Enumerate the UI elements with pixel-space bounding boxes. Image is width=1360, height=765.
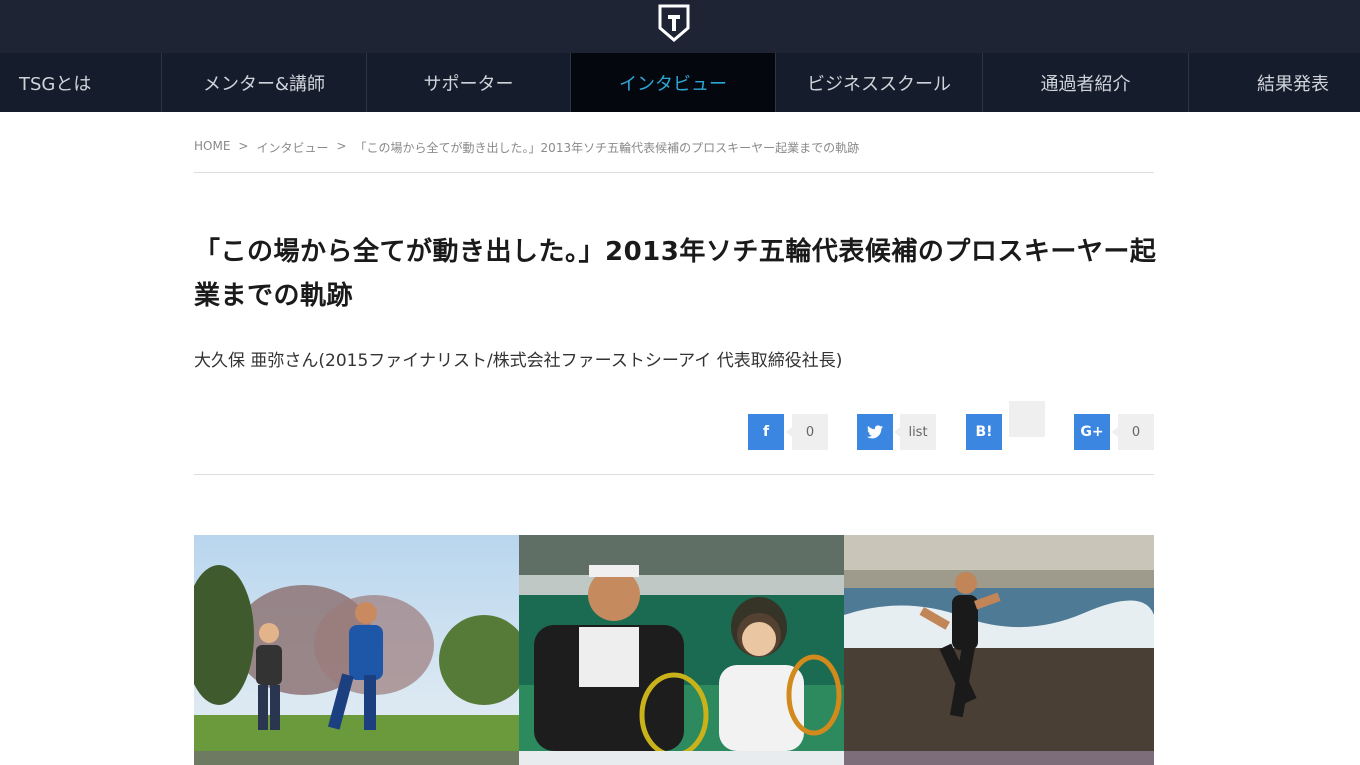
photo-row2-right xyxy=(844,751,1154,765)
twitter-share-button[interactable] xyxy=(857,414,893,450)
photo-row2-mid xyxy=(519,751,844,765)
top-bar xyxy=(0,0,1360,53)
twitter-bird-icon xyxy=(867,425,883,439)
breadcrumb: HOME > インタビュー > 「この場から全てが動き出した。」2013年ソチ五… xyxy=(194,139,1154,156)
divider xyxy=(194,172,1154,173)
googleplus-share-button[interactable]: G+ xyxy=(1074,414,1110,450)
facebook-share-count: 0 xyxy=(786,414,828,450)
twitter-share: list xyxy=(857,400,937,450)
hatena-share: B! xyxy=(966,400,1046,450)
photo-tennis xyxy=(519,535,844,751)
nav-item-business-school[interactable]: ビジネススクール xyxy=(776,53,983,112)
breadcrumb-separator: > xyxy=(238,139,249,153)
page-title: 「この場から全てが動き出した。」2013年ソチ五輪代表候補のプロスキーヤー起業ま… xyxy=(194,237,1157,311)
twitter-share-count: list xyxy=(894,414,936,450)
hatena-bookmark-icon: B! xyxy=(975,424,993,440)
hatena-bookmark-button[interactable]: B! xyxy=(966,414,1002,450)
breadcrumb-section[interactable]: インタビュー xyxy=(256,139,328,156)
nav-item-supporters[interactable]: サポーター xyxy=(367,53,571,112)
hatena-share-count xyxy=(1009,401,1045,437)
facebook-icon: f xyxy=(762,424,770,440)
facebook-share: f 0 xyxy=(748,400,828,450)
divider xyxy=(194,474,1154,475)
nav-item-interview[interactable]: インタビュー xyxy=(571,53,776,112)
photo-row2-left xyxy=(194,751,519,765)
nav-item-mentors[interactable]: メンター&講師 xyxy=(162,53,367,112)
nav-item-about[interactable]: TSGとは xyxy=(0,53,162,112)
googleplus-icon: G+ xyxy=(1080,424,1104,440)
main-nav: TSGとは メンター&講師 サポーター インタビュー ビジネススクール 通過者紹… xyxy=(0,53,1360,112)
photo-collage xyxy=(194,535,1154,765)
photo-beach-run xyxy=(844,535,1154,751)
nav-item-finalists[interactable]: 通過者紹介 xyxy=(983,53,1189,112)
breadcrumb-separator: > xyxy=(336,139,347,153)
googleplus-share: G+ 0 xyxy=(1074,400,1154,450)
shield-logo-icon[interactable] xyxy=(657,4,691,42)
breadcrumb-current: 「この場から全てが動き出した。」2013年ソチ五輪代表候補のプロスキーヤー起業ま… xyxy=(354,141,860,155)
photo-jogging xyxy=(194,535,519,751)
nav-item-results[interactable]: 結果発表 xyxy=(1189,53,1360,112)
article-subtitle: 大久保 亜弥さん(2015ファイナリスト/株式会社ファーストシーアイ 代表取締役… xyxy=(194,351,843,371)
breadcrumb-home[interactable]: HOME xyxy=(194,139,230,156)
googleplus-share-count: 0 xyxy=(1112,414,1154,450)
facebook-share-button[interactable]: f xyxy=(748,414,784,450)
